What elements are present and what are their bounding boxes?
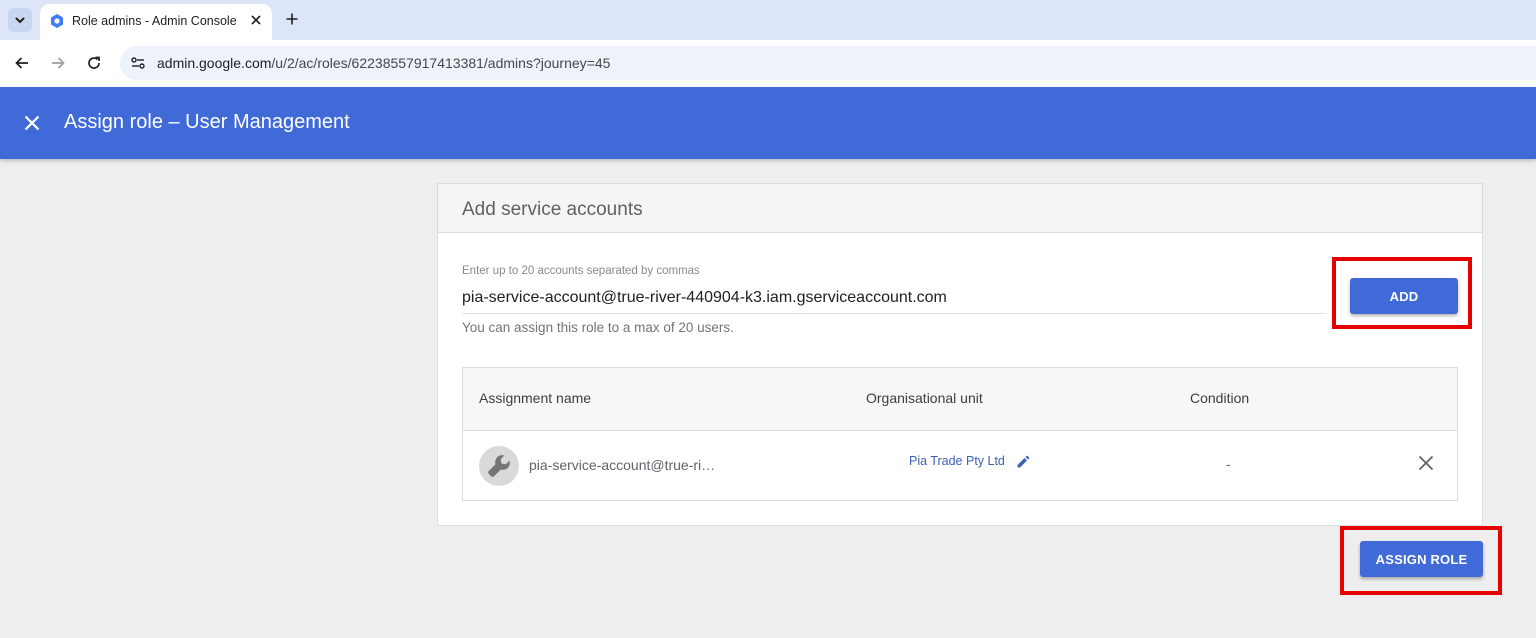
highlight-box-add xyxy=(1332,257,1472,329)
browser-tab-active[interactable]: Role admins - Admin Console xyxy=(40,4,272,40)
assignment-name: pia-service-account@true-ri… xyxy=(529,457,716,473)
page-title: Assign role – User Management xyxy=(64,111,350,133)
back-arrow-icon[interactable] xyxy=(11,52,33,74)
add-service-accounts-card: Add service accounts Enter up to 20 acco… xyxy=(437,183,1483,526)
new-tab-icon[interactable] xyxy=(281,8,303,30)
admin-console-hex-icon xyxy=(51,14,63,28)
browser-tabstrip: Role admins - Admin Console xyxy=(0,0,1536,40)
tab-list-button[interactable] xyxy=(8,8,32,32)
assignments-table: Assignment name Organisational unit Cond… xyxy=(462,367,1458,501)
close-icon[interactable] xyxy=(20,111,44,135)
org-unit-link[interactable]: Pia Trade Pty Ltd xyxy=(909,454,1005,468)
reload-icon[interactable] xyxy=(83,52,105,74)
address-bar[interactable]: admin.google.com/u/2/ac/roles/6223855791… xyxy=(120,46,1536,80)
chevron-down-icon xyxy=(15,17,25,24)
table-header: Assignment name Organisational unit Cond… xyxy=(463,368,1457,431)
forward-arrow-icon[interactable] xyxy=(47,52,69,74)
url-domain: admin.google.com xyxy=(157,55,272,71)
accounts-field-label: Enter up to 20 accounts separated by com… xyxy=(462,265,700,277)
column-header-condition: Condition xyxy=(1190,390,1250,406)
condition-value: - xyxy=(1226,456,1231,472)
url-path: /u/2/ac/roles/62238557917413381/admins?j… xyxy=(271,55,611,71)
avatar xyxy=(479,446,519,486)
accounts-input[interactable] xyxy=(462,288,1326,314)
column-header-organisational-unit: Organisational unit xyxy=(866,390,983,406)
highlight-box-assign-role xyxy=(1340,526,1502,595)
app-header: Assign role – User Management xyxy=(0,87,1536,159)
card-header: Add service accounts xyxy=(438,184,1482,233)
url-text[interactable]: admin.google.com/u/2/ac/roles/6223855791… xyxy=(157,55,610,71)
accounts-helper-text: You can assign this role to a max of 20 … xyxy=(462,320,734,335)
column-header-assignment-name: Assignment name xyxy=(479,390,592,406)
tab-close-icon[interactable] xyxy=(247,11,265,29)
table-row: pia-service-account@true-ri… Pia Trade P… xyxy=(463,431,1457,500)
browser-toolbar: admin.google.com/u/2/ac/roles/6223855791… xyxy=(0,40,1536,87)
remove-close-icon[interactable] xyxy=(1415,452,1437,474)
site-settings-icon[interactable] xyxy=(130,55,146,71)
pencil-edit-icon[interactable] xyxy=(1015,454,1031,470)
card-heading: Add service accounts xyxy=(462,199,643,220)
tab-title: Role admins - Admin Console xyxy=(72,14,237,28)
wrench-icon xyxy=(488,455,510,477)
